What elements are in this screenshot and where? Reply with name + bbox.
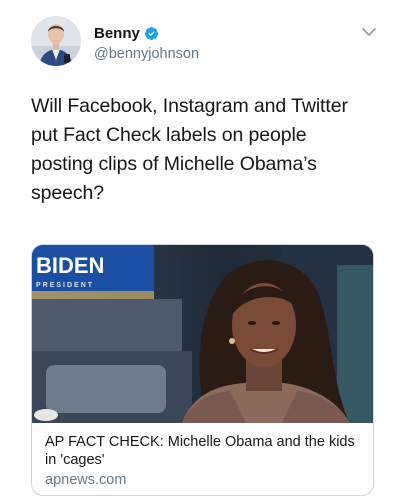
card-title[interactable]: AP FACT CHECK: Michelle Obama and the ki… bbox=[45, 433, 365, 469]
chevron-down-icon[interactable] bbox=[362, 27, 376, 37]
author-name-row[interactable]: Benny bbox=[94, 25, 159, 42]
author-name[interactable]: Benny bbox=[94, 25, 140, 42]
tweet-text: Will Facebook, Instagram and Twitter put… bbox=[31, 95, 348, 204]
link-card[interactable]: BIDEN PRESIDENT AP FACT CHECK: Michelle … bbox=[31, 244, 374, 496]
sign-text: BIDEN bbox=[36, 253, 104, 278]
avatar-image bbox=[31, 16, 81, 66]
verified-badge-icon bbox=[144, 26, 158, 41]
card-image: BIDEN PRESIDENT bbox=[32, 245, 373, 423]
card-domain: apnews.com bbox=[45, 472, 127, 488]
author-handle[interactable]: @bennyjohnson bbox=[94, 46, 199, 62]
avatar[interactable] bbox=[31, 16, 81, 66]
sign-subtext: PRESIDENT bbox=[36, 282, 94, 289]
